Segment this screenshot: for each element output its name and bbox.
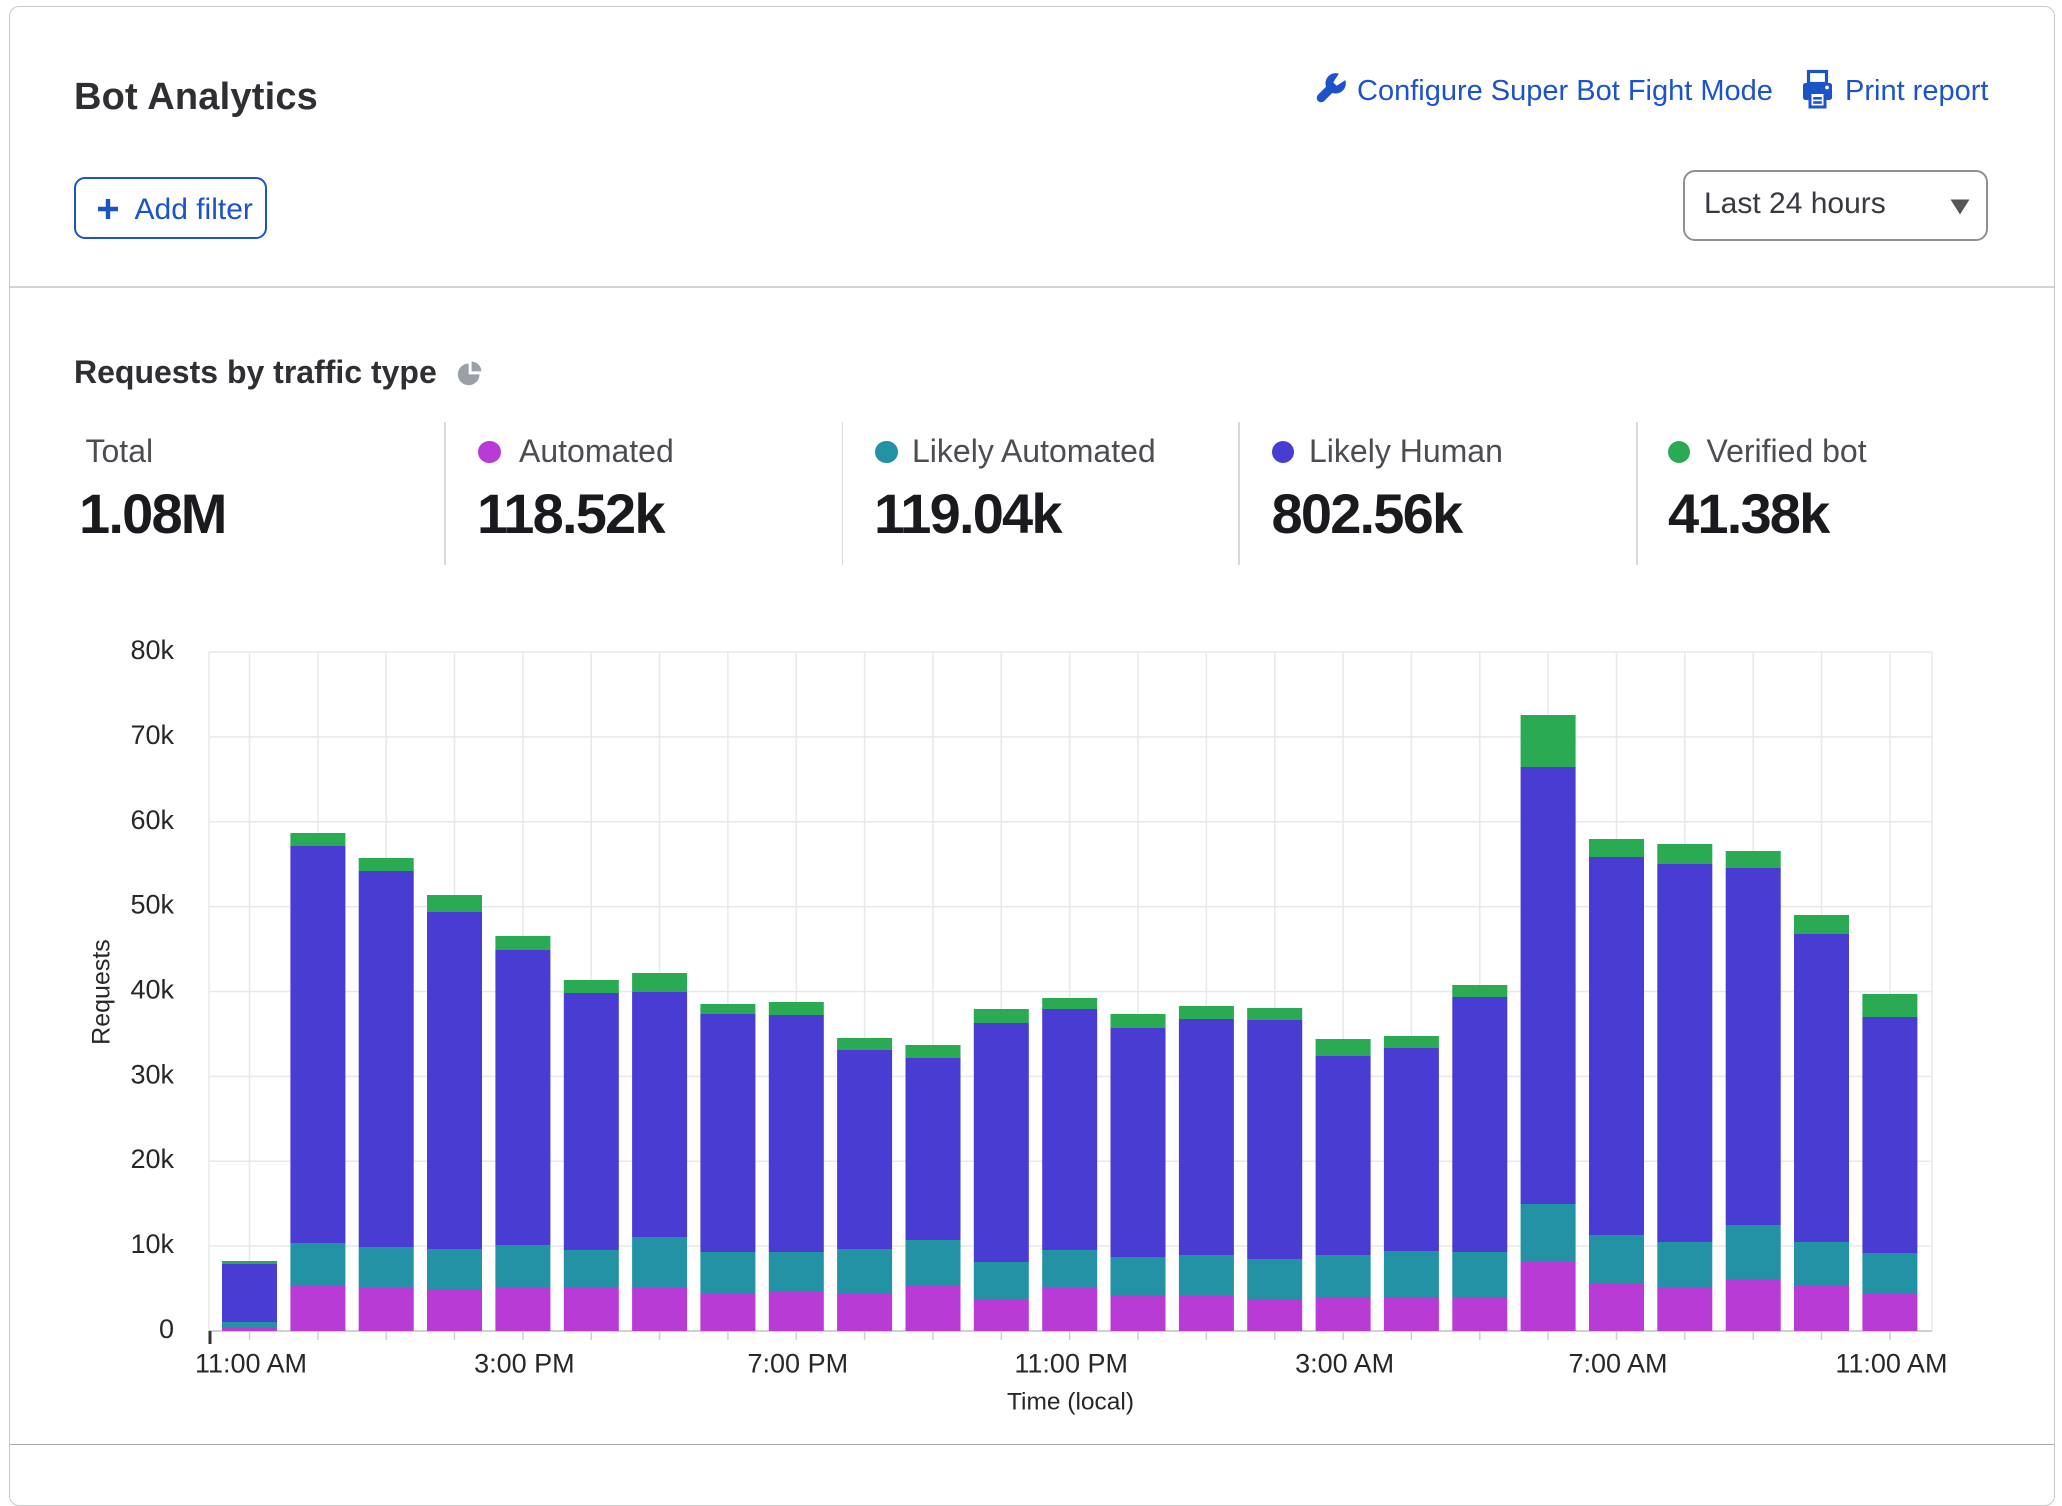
- svg-text:70k: 70k: [130, 720, 174, 750]
- svg-text:11:00 AM: 11:00 AM: [1835, 1349, 1947, 1379]
- svg-text:0: 0: [159, 1314, 174, 1344]
- svg-text:Requests: Requests: [88, 939, 116, 1045]
- svg-text:60k: 60k: [130, 805, 174, 835]
- svg-text:7:00 AM: 7:00 AM: [1568, 1349, 1667, 1379]
- svg-text:10k: 10k: [130, 1229, 174, 1259]
- svg-text:3:00 AM: 3:00 AM: [1295, 1349, 1394, 1379]
- svg-text:30k: 30k: [130, 1059, 174, 1089]
- svg-text:Time (local): Time (local): [1007, 1389, 1134, 1416]
- svg-text:80k: 80k: [130, 635, 174, 665]
- svg-text:7:00 PM: 7:00 PM: [748, 1349, 849, 1379]
- svg-text:50k: 50k: [130, 890, 174, 920]
- svg-text:20k: 20k: [130, 1144, 174, 1174]
- svg-text:3:00 PM: 3:00 PM: [474, 1349, 575, 1379]
- svg-text:11:00 AM: 11:00 AM: [195, 1349, 307, 1379]
- svg-text:40k: 40k: [130, 975, 174, 1005]
- svg-text:11:00 PM: 11:00 PM: [1014, 1349, 1128, 1379]
